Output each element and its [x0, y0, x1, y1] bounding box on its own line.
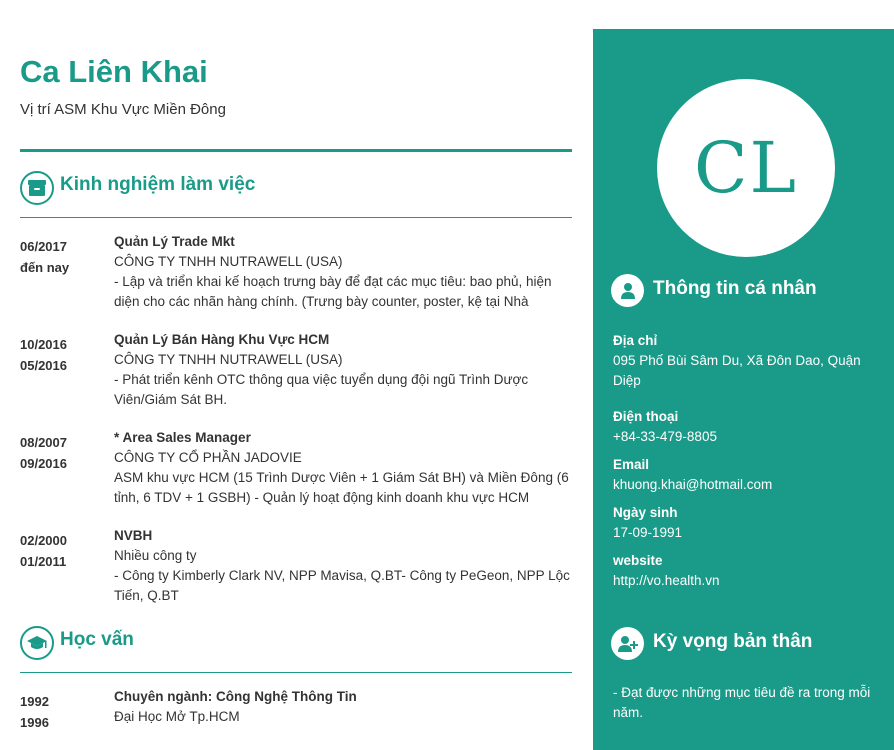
archive-box-icon	[20, 171, 54, 205]
avatar-initials: CL	[693, 127, 799, 209]
experience-divider	[20, 217, 572, 218]
entry-body: NVBH Nhiều công ty - Công ty Kimberly Cl…	[114, 526, 572, 606]
address-label: Địa chỉ	[613, 333, 658, 348]
expectation-section-header: Kỳ vọng bản thân	[611, 627, 891, 663]
entry-body: * Area Sales Manager CÔNG TY CỔ PHẦN JAD…	[114, 428, 572, 508]
entry-description: - Phát triển kênh OTC thông qua việc tuy…	[114, 372, 529, 407]
experience-title: Kinh nghiệm làm việc	[60, 174, 256, 195]
entry-role: Quản Lý Trade Mkt	[114, 234, 235, 249]
entry-body: Quản Lý Trade Mkt CÔNG TY TNHH NUTRAWELL…	[114, 232, 572, 312]
phone-label: Điện thoại	[613, 409, 679, 424]
entry-end-date: 01/2011	[20, 554, 67, 569]
website-block: website http://vo.health.vn	[613, 551, 881, 591]
entry-end-date: 09/2016	[20, 456, 67, 471]
entry-role: * Area Sales Manager	[114, 430, 251, 445]
email-label: Email	[613, 457, 650, 472]
entry-start-date: 10/2016	[20, 337, 67, 352]
email-value: khuong.khai@hotmail.com	[613, 477, 773, 492]
entry-start-date: 1992	[20, 694, 49, 709]
personal-section-header: Thông tin cá nhân	[611, 274, 891, 310]
entry-company: Nhiều công ty	[114, 548, 197, 563]
dob-label: Ngày sinh	[613, 505, 678, 520]
education-section-header: Học vấn	[20, 626, 572, 673]
entry-description: ASM khu vực HCM (15 Trình Dược Viên + 1 …	[114, 470, 569, 505]
cv-main-column: Ca Liên Khai Vị trí ASM Khu Vực Miền Đôn…	[20, 0, 572, 750]
entry-role: NVBH	[114, 528, 153, 543]
entry-company: CÔNG TY CỔ PHẦN JADOVIE	[114, 450, 302, 465]
entry-school: Đại Học Mở Tp.HCM	[114, 709, 240, 724]
education-title: Học vấn	[60, 629, 134, 650]
entry-description: - Công ty Kimberly Clark NV, NPP Mavisa,…	[114, 568, 570, 603]
phone-value: +84-33-479-8805	[613, 429, 717, 444]
entry-description: - Lập và triển khai kế hoạch trưng bày đ…	[114, 274, 552, 309]
dob-block: Ngày sinh 17-09-1991	[613, 503, 881, 543]
entry-start-date: 08/2007	[20, 435, 67, 450]
phone-block: Điện thoại +84-33-479-8805	[613, 407, 881, 447]
user-icon	[611, 274, 644, 307]
entry-dates: 08/2007 09/2016	[20, 432, 100, 474]
education-divider	[20, 672, 572, 673]
personal-title: Thông tin cá nhân	[653, 278, 817, 299]
entry-body: Quản Lý Bán Hàng Khu Vực HCM CÔNG TY TNH…	[114, 330, 572, 410]
website-value[interactable]: http://vo.health.vn	[613, 571, 881, 591]
entry-start-date: 06/2017	[20, 239, 67, 254]
address-value: 095 Phố Bùi Sâm Du, Xã Đôn Dao, Quận Diệ…	[613, 353, 861, 388]
cv-position: Vị trí ASM Khu Vực Miền Đông	[20, 101, 226, 118]
entry-end-date: 1996	[20, 715, 49, 730]
entry-start-date: 02/2000	[20, 533, 67, 548]
entry-dates: 1992 1996	[20, 691, 100, 733]
website-label: website	[613, 553, 663, 568]
cv-sidebar: CL Thông tin cá nhân Địa chỉ 095 Phố Bùi…	[593, 29, 894, 750]
entry-dates: 10/2016 05/2016	[20, 334, 100, 376]
graduation-cap-icon	[20, 626, 54, 660]
expectation-text: - Đạt được những mục tiêu đề ra trong mỗ…	[613, 685, 871, 720]
dob-value: 17-09-1991	[613, 525, 683, 540]
expectation-title: Kỳ vọng bản thân	[653, 631, 813, 652]
entry-dates: 06/2017 đến nay	[20, 236, 100, 278]
cv-name: Ca Liên Khai	[20, 54, 208, 89]
entry-company: CÔNG TY TNHH NUTRAWELL (USA)	[114, 254, 343, 269]
entry-body: Chuyên ngành: Công Nghệ Thông Tin Đại Họ…	[114, 687, 572, 727]
entry-dates: 02/2000 01/2011	[20, 530, 100, 572]
entry-end-date: đến nay	[20, 260, 70, 275]
header-divider	[20, 149, 572, 152]
entry-company: CÔNG TY TNHH NUTRAWELL (USA)	[114, 352, 343, 367]
user-plus-icon	[611, 627, 644, 660]
experience-section-header: Kinh nghiệm làm việc	[20, 171, 572, 218]
avatar: CL	[657, 79, 835, 257]
address-block: Địa chỉ 095 Phố Bùi Sâm Du, Xã Đôn Dao, …	[613, 331, 881, 391]
email-block: Email khuong.khai@hotmail.com	[613, 455, 881, 495]
entry-role: Quản Lý Bán Hàng Khu Vực HCM	[114, 332, 330, 347]
entry-major: Chuyên ngành: Công Nghệ Thông Tin	[114, 689, 357, 704]
entry-end-date: 05/2016	[20, 358, 67, 373]
